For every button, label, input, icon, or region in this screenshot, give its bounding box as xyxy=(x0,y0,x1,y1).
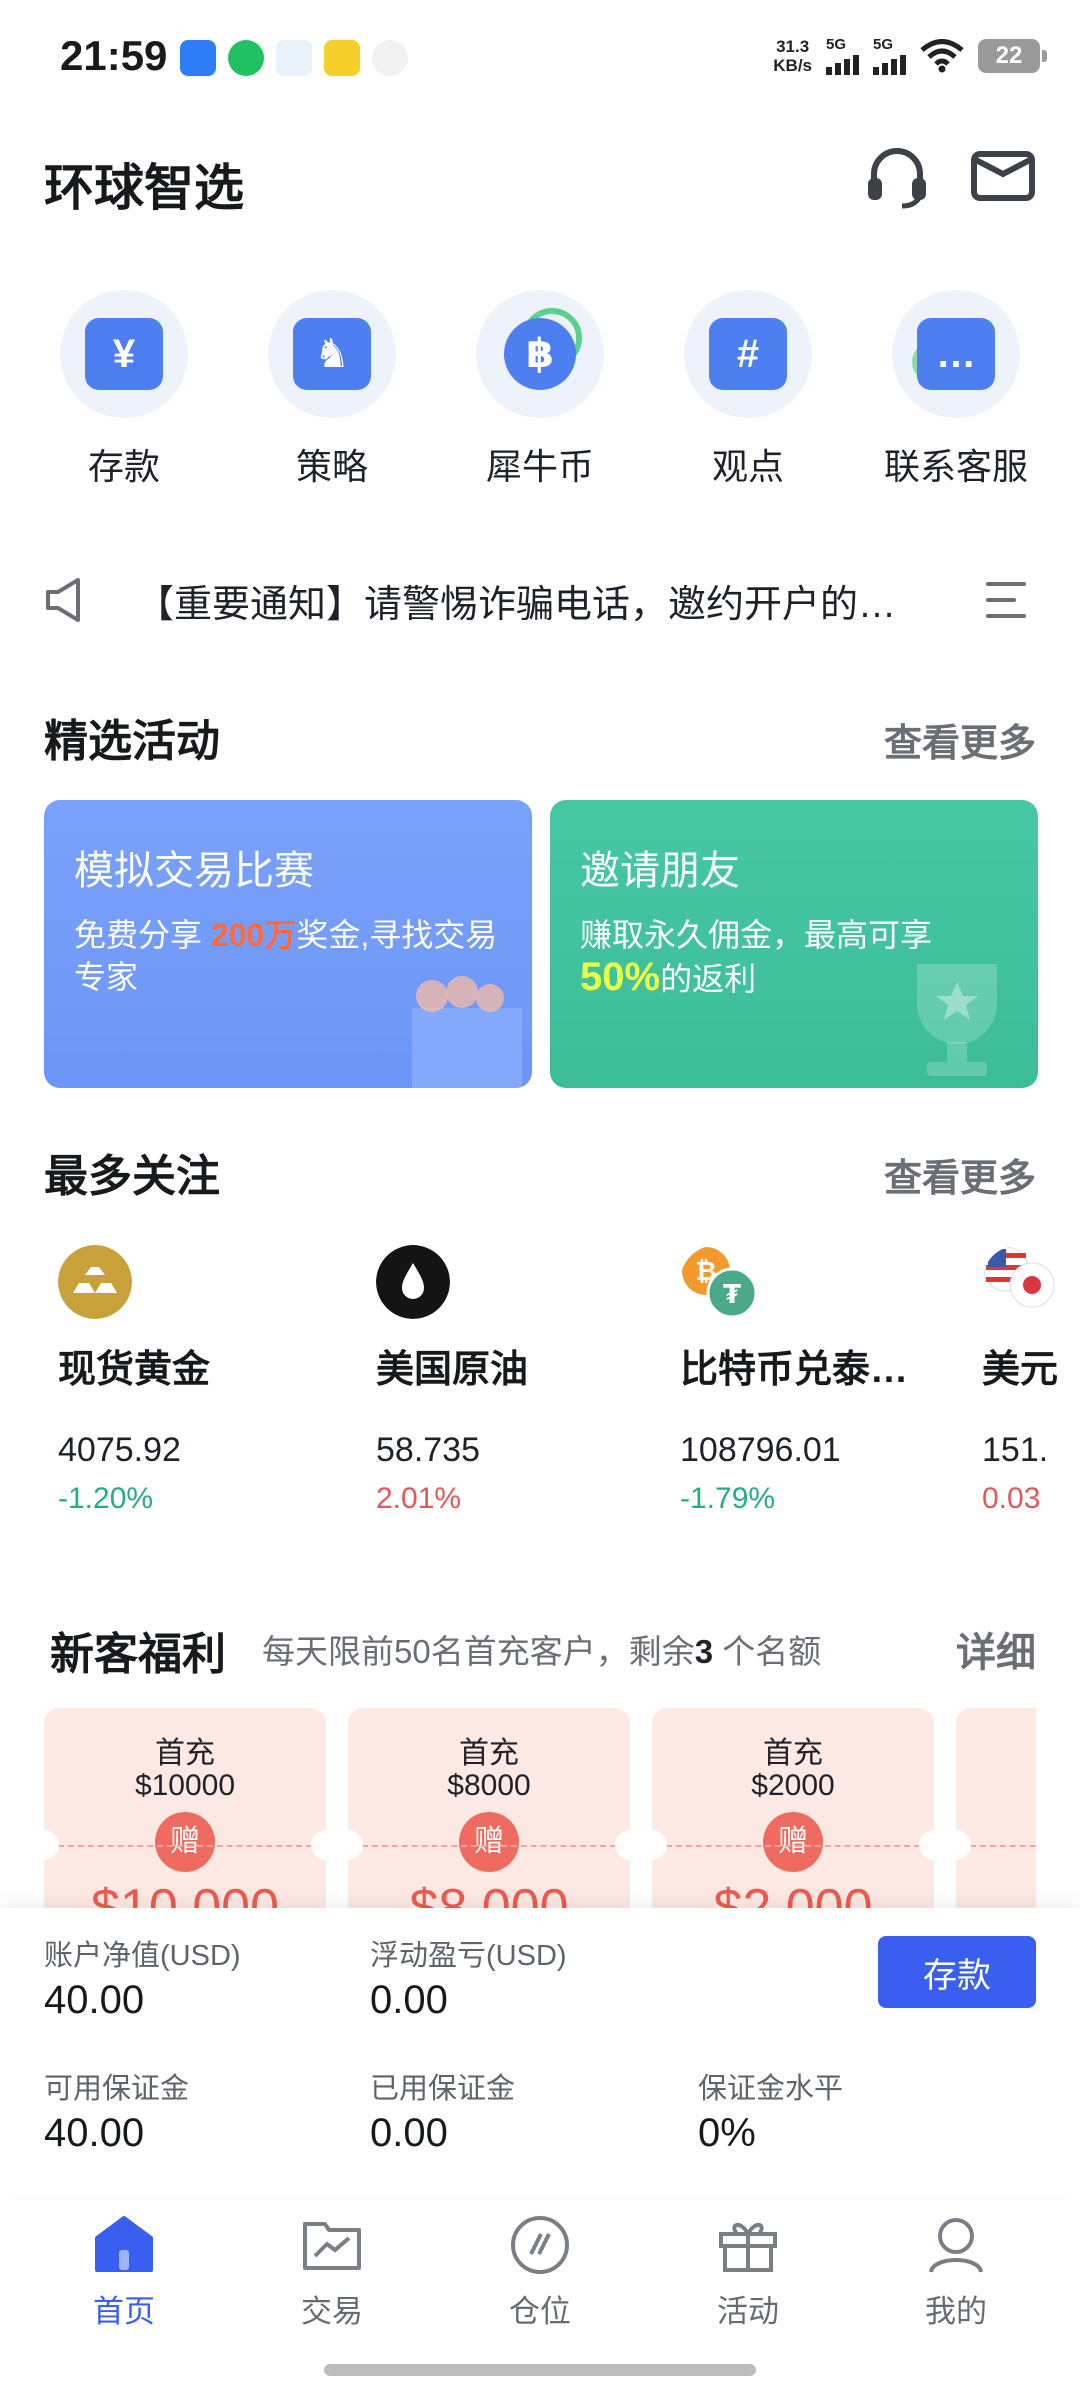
wifi-icon xyxy=(920,38,964,72)
new-client-detail-link[interactable]: 详细 xyxy=(956,1620,1036,1678)
signal-5g-2: 5G xyxy=(873,36,906,75)
yellow-app-icon xyxy=(324,40,360,76)
quick-menu: ¥ 存款 ♞ 策略 ฿ 犀牛币 # 观点 … 联系客服 xyxy=(0,290,1080,490)
quick-deposit[interactable]: ¥ 存款 xyxy=(34,290,214,490)
coupon-card-8000[interactable]: 首充 $8000 赠 $8,000 xyxy=(333,1708,645,1908)
gift-badge: 赠 xyxy=(155,1812,215,1872)
app-notification-icon xyxy=(180,40,216,76)
status-bar: 21:59 31.3 KB/s 5G 5G 22 xyxy=(0,0,1080,118)
quick-strategy[interactable]: ♞ 策略 xyxy=(242,290,422,490)
bitcoin-tether-icon: ₿ ₮ xyxy=(682,1247,758,1319)
oil-drop-icon xyxy=(376,1245,450,1319)
battery-indicator: 22 xyxy=(978,38,1047,73)
network-speed: 31.3 KB/s xyxy=(773,36,812,75)
account-summary-panel: 账户净值(USD) 40.00 浮动盈亏(USD) 0.00 存款 可用保证金 … xyxy=(0,1908,1080,2198)
gift-badge: 赠 xyxy=(763,1812,823,1872)
wallet-icon: ¥ xyxy=(85,318,163,390)
coin-icon: ฿ xyxy=(504,318,576,390)
gold-icon xyxy=(58,1245,132,1319)
quick-contact-support[interactable]: … 联系客服 xyxy=(866,290,1046,490)
us-jp-flag-icon xyxy=(983,1246,1055,1308)
trade-chart-icon xyxy=(303,2222,361,2270)
mail-icon[interactable] xyxy=(968,140,1038,210)
page-title: 环球智选 xyxy=(44,160,244,216)
equity-cell: 账户净值(USD) 40.00 xyxy=(44,1940,241,2022)
coupon-card-2000[interactable]: 首充 $2000 赠 $2,000 xyxy=(637,1708,949,1908)
watchlist-more-link[interactable]: 查看更多 xyxy=(884,1147,1036,1202)
qq-icon xyxy=(372,40,408,76)
signal-5g-1: 5G xyxy=(826,36,859,75)
chat-icon: … xyxy=(917,318,995,390)
notice-bar[interactable]: 【重要通知】请警惕诈骗电话，邀约开户的… xyxy=(44,560,1036,640)
watch-item-crude-oil[interactable]: 美国原油 58.735 2.01% xyxy=(376,1245,676,1515)
quick-rhino-coin[interactable]: ฿ 犀牛币 xyxy=(450,290,630,490)
coupon-card-10000[interactable]: 首充 $10000 赠 $10,000 xyxy=(44,1708,341,1908)
floating-pnl-cell: 浮动盈亏(USD) 0.00 xyxy=(370,1940,567,2022)
featured-title: 精选活动 xyxy=(44,717,220,766)
gift-icon xyxy=(719,2223,777,2272)
coupon-card-partial[interactable]: 首充 xyxy=(941,1708,1036,1908)
list-icon[interactable] xyxy=(984,580,1028,620)
gift-badge: 赠 xyxy=(459,1812,519,1872)
featured-more-link[interactable]: 查看更多 xyxy=(884,712,1036,767)
quick-views[interactable]: # 观点 xyxy=(658,290,838,490)
watch-item-btc-usdt[interactable]: ₿ ₮ 比特币兑泰… 108796.01 -1.79% xyxy=(680,1245,925,1515)
notice-text: 【重要通知】请警惕诈骗电话，邀约开户的… xyxy=(136,583,897,626)
wechat-icon xyxy=(228,40,264,76)
deposit-button[interactable]: 存款 xyxy=(878,1936,1036,2008)
nav-profile[interactable]: 我的 xyxy=(866,2200,1046,2400)
watchlist-title: 最多关注 xyxy=(44,1152,220,1201)
profile-icon xyxy=(929,2218,983,2273)
free-margin-cell: 可用保证金 40.00 xyxy=(44,2073,190,2155)
speaker-icon xyxy=(46,578,80,622)
new-client-title: 新客福利 xyxy=(50,1630,226,1679)
svg-text:₮: ₮ xyxy=(723,1280,741,1310)
notification-icons xyxy=(180,40,408,76)
watch-item-gold[interactable]: 现货黄金 4075.92 -1.20% xyxy=(58,1245,358,1515)
headset-icon[interactable] xyxy=(862,140,932,210)
margin-level-cell: 保证金水平 0% xyxy=(698,2073,844,2155)
activity-card-invite-friends[interactable]: 邀请朋友 赚取永久佣金，最高可享50%的返利 xyxy=(550,800,1038,1088)
home-icon xyxy=(95,2216,153,2272)
status-time: 21:59 xyxy=(60,32,168,79)
gift-box-illustration xyxy=(412,976,522,1088)
watch-item-usd-jpy[interactable]: 美元 151. 0.03 xyxy=(982,1245,1080,1515)
used-margin-cell: 已用保证金 0.00 xyxy=(370,2073,516,2155)
trophy-icon xyxy=(917,964,997,1076)
new-client-subtitle: 每天限前50名首充客户，剩余3 个名额 xyxy=(262,1633,822,1670)
hashtag-icon: # xyxy=(709,318,787,390)
nav-home[interactable]: 首页 xyxy=(34,2200,214,2400)
gesture-home-bar[interactable] xyxy=(324,2364,756,2376)
coupon-row: 首充 $10000 赠 $10,000 首充 $8000 赠 $8,000 首充… xyxy=(44,1708,1036,1908)
watchlist-row: 现货黄金 4075.92 -1.20% 美国原油 58.735 2.01% ₿ … xyxy=(0,1245,1080,1515)
bird-app-icon xyxy=(276,40,312,76)
strategy-icon: ♞ xyxy=(293,318,371,390)
activity-card-trading-contest[interactable]: 模拟交易比赛 免费分享 200万奖金,寻找交易专家 xyxy=(44,800,532,1088)
position-icon xyxy=(511,2216,569,2274)
